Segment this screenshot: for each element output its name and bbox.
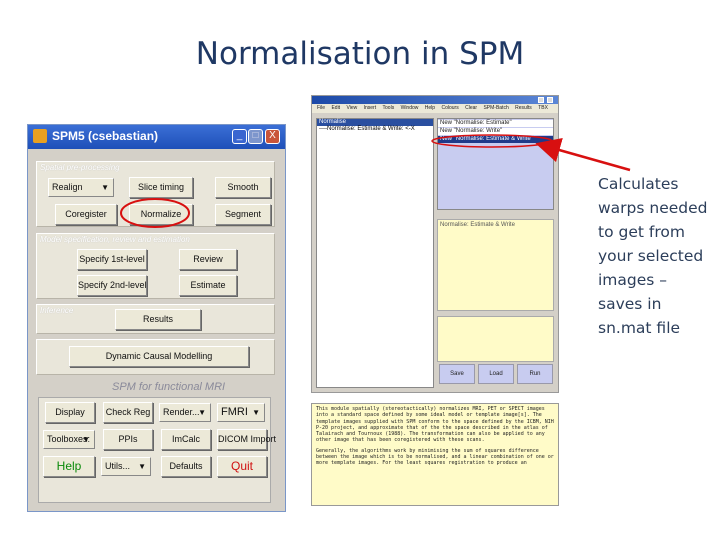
annotation-overlay: [120, 134, 631, 228]
estimate-write-highlight-ring: [431, 134, 553, 148]
normalize-highlight-ring: [120, 198, 190, 228]
annotation-arrow: [535, 138, 631, 172]
